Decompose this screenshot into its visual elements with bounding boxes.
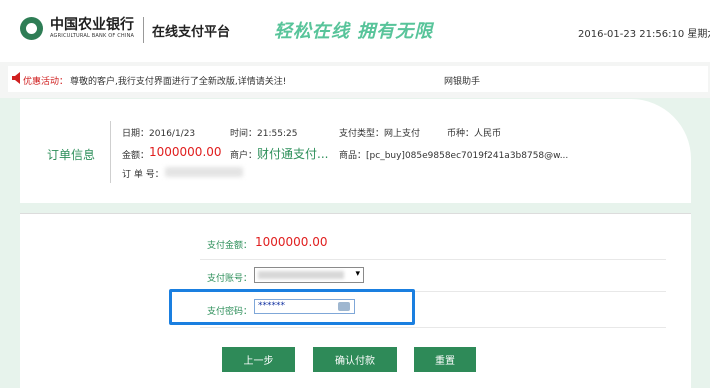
order-number-label: 订 单 号： [122, 170, 164, 180]
order-merchant-value: 财付通支付... [257, 147, 329, 161]
confirm-payment-button[interactable]: 确认付款 [313, 347, 397, 372]
keyboard-icon[interactable] [338, 302, 350, 311]
bank-name-cn: 中国农业银行 [50, 17, 134, 33]
order-section-title: 订单信息 [47, 148, 96, 162]
order-merchant-label: 商户： [230, 151, 258, 161]
bank-name-en: AGRICULTURAL BANK OF CHINA [50, 33, 135, 39]
slogan: 轻松在线 拥有无限 [274, 21, 434, 42]
chevron-down-icon: ▾ [355, 269, 360, 279]
pay-amount-label: 支付金额： [207, 241, 253, 251]
platform-title: 在线支付平台 [152, 25, 231, 40]
form-divider [200, 259, 666, 260]
account-value [258, 271, 344, 279]
speaker-icon [12, 72, 20, 84]
pay-amount-value: 1000000.00 [255, 235, 328, 249]
password-mask: ****** [258, 301, 285, 311]
form-divider [200, 327, 666, 328]
order-date: 日期：2016/1/23 [122, 129, 196, 139]
order-number-value [165, 167, 243, 177]
header-divider [143, 17, 144, 43]
prev-step-button[interactable]: 上一步 [222, 347, 295, 372]
order-pay-type: 支付类型：网上支付 [339, 129, 421, 139]
order-amount-label: 金额： [122, 151, 150, 161]
help-link[interactable]: 网银助手 [444, 74, 480, 87]
pay-account-select[interactable]: ▾ [254, 267, 364, 283]
order-amount-value: 1000000.00 [149, 145, 222, 159]
order-time: 时间：21:55:25 [230, 129, 298, 139]
pay-password-input[interactable]: ****** [254, 299, 355, 314]
abc-logo-icon [20, 17, 43, 40]
notice-text: 尊敬的客户,我行支付界面进行了全新改版,详情请关注! [70, 77, 287, 87]
reset-button[interactable]: 重置 [414, 347, 476, 372]
notice-label: 优惠活动： [23, 77, 69, 87]
order-currency: 币种：人民币 [447, 129, 502, 139]
order-divider [110, 121, 111, 183]
header-datetime: 2016-01-23 21:56:10 星期六 [578, 29, 710, 40]
pay-password-label: 支付密码： [207, 307, 253, 317]
pay-account-label: 支付账号： [207, 274, 253, 284]
order-goods: 商品：[pc_buy]085e9858ec7019f241a3b8758@w..… [339, 151, 569, 161]
